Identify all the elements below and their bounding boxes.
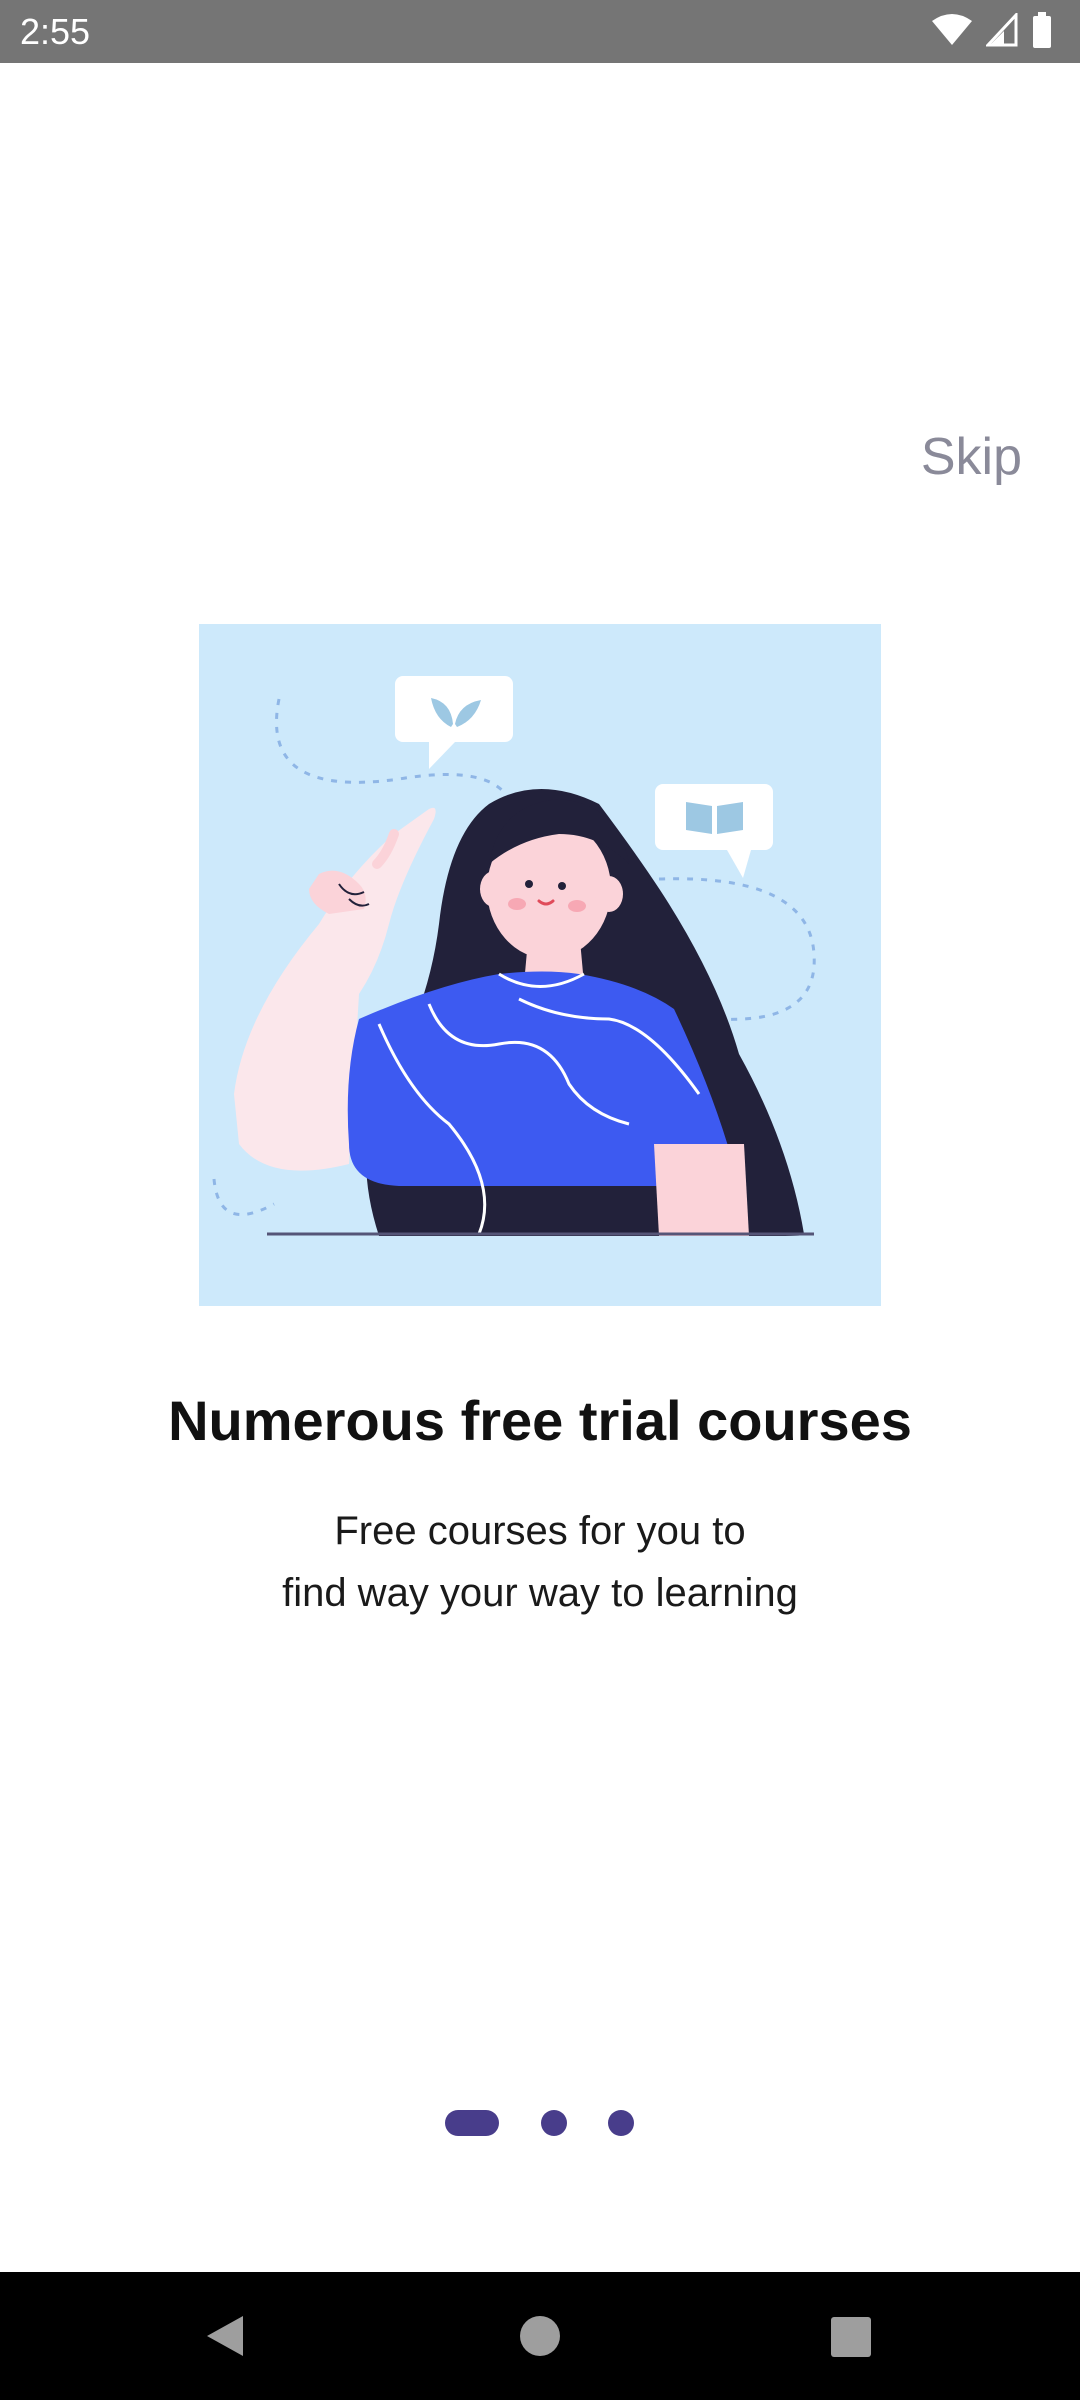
status-bar: 2:55 bbox=[0, 0, 1080, 63]
cellular-signal-icon bbox=[984, 10, 1018, 52]
back-icon bbox=[165, 2316, 285, 2404]
status-time: 2:55 bbox=[20, 11, 91, 52]
battery-icon bbox=[1032, 11, 1052, 53]
wifi-icon bbox=[932, 13, 972, 52]
subtitle-line: Free courses for you to bbox=[334, 1509, 746, 1553]
page-dot-active[interactable] bbox=[445, 2110, 499, 2136]
home-button[interactable] bbox=[480, 2272, 600, 2400]
navigation-bar bbox=[0, 2272, 1080, 2400]
onboarding-headline: Numerous free trial courses bbox=[168, 1389, 912, 1452]
page-dot[interactable] bbox=[608, 2110, 634, 2136]
recents-button[interactable] bbox=[790, 2272, 910, 2400]
onboarding-subtitle: Free courses for you to find way your wa… bbox=[140, 1500, 940, 1624]
subtitle-line: find way your way to learning bbox=[282, 1571, 798, 1615]
page-dot[interactable] bbox=[541, 2110, 567, 2136]
onboarding-screen: Skip Numerous free trial courses Free co… bbox=[0, 63, 1080, 2272]
page-indicator bbox=[0, 2103, 1080, 2143]
status-icons bbox=[932, 10, 1052, 53]
onboarding-illustration bbox=[199, 624, 881, 1306]
home-icon bbox=[480, 2316, 600, 2404]
back-button[interactable] bbox=[165, 2272, 285, 2400]
recents-icon bbox=[790, 2317, 910, 2404]
skip-button[interactable]: Skip bbox=[921, 427, 1022, 487]
